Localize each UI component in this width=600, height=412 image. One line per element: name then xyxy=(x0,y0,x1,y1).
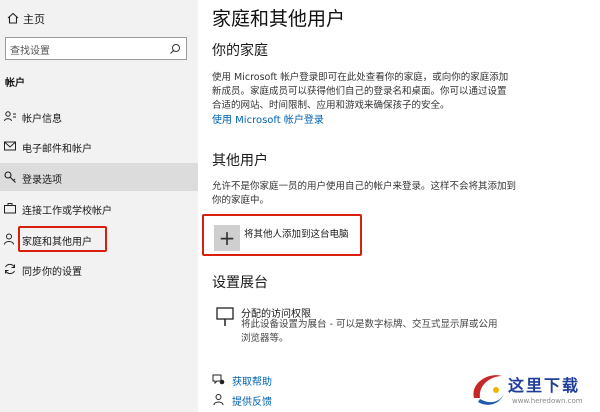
home-label: 主页 xyxy=(23,13,45,26)
get-help-link[interactable]: 获取帮助 xyxy=(212,371,332,389)
highlight-box xyxy=(18,226,107,252)
sidebar-item-sign-in-options[interactable]: 登录选项 xyxy=(0,163,198,191)
family-heading: 你的家庭 xyxy=(212,43,268,59)
section-label: 帐户 xyxy=(5,78,25,89)
sidebar-item-label: 同步你的设置 xyxy=(22,267,82,278)
page-title: 家庭和其他用户 xyxy=(212,8,346,30)
main-content: 家庭和其他用户 你的家庭 使用 Microsoft 帐户登录即可在此处查看你的家… xyxy=(198,0,600,412)
feedback-icon xyxy=(213,394,224,406)
plus-icon: + xyxy=(214,225,240,251)
watermark-logo-icon xyxy=(473,375,504,405)
add-other-user-button[interactable]: + 将其他人添加到这台电脑 xyxy=(202,214,362,256)
sidebar-item-label: 帐户信息 xyxy=(22,114,62,125)
briefcase-icon xyxy=(4,203,16,214)
sidebar-item-email[interactable]: 电子邮件和帐户 xyxy=(0,132,198,160)
site-watermark: 这里下载 www.heredown.com xyxy=(468,368,598,410)
search-placeholder: 查找设置 xyxy=(10,46,50,57)
home-link[interactable]: 主页 xyxy=(0,8,198,30)
sidebar-item-sync-settings[interactable]: 同步你的设置 xyxy=(0,255,198,283)
home-icon xyxy=(7,12,19,24)
sidebar-item-label: 登录选项 xyxy=(22,175,62,186)
search-input[interactable]: 查找设置 xyxy=(5,37,187,60)
sidebar-item-label: 电子邮件和帐户 xyxy=(22,144,92,155)
sidebar-item-work-school[interactable]: 连接工作或学校帐户 xyxy=(0,194,198,222)
search-icon[interactable] xyxy=(169,43,181,55)
add-other-user-label: 将其他人添加到这台电脑 xyxy=(244,229,349,240)
family-description: 使用 Microsoft 帐户登录即可在此处查看你的家庭，或向你的家庭添加新成员… xyxy=(212,72,509,111)
watermark-brand: 这里下载 xyxy=(508,376,581,395)
sync-icon xyxy=(5,263,15,275)
person-add-icon xyxy=(4,233,14,245)
other-users-heading: 其他用户 xyxy=(212,153,268,169)
kiosk-heading: 设置展台 xyxy=(212,275,268,291)
give-feedback-link[interactable]: 提供反馈 xyxy=(212,391,332,409)
kiosk-description: 将此设备设置为展台 - 可以是数字标牌、交互式显示屏或公用浏览器等。 xyxy=(241,319,498,344)
sidebar: 主页 查找设置 帐户 帐户信息 电子邮件和帐户 登录选项 连接工作或学校帐户 家… xyxy=(0,0,198,412)
kiosk-icon xyxy=(216,307,234,326)
microsoft-signin-link[interactable]: 使用 Microsoft 帐户登录 xyxy=(212,111,324,126)
sidebar-item-account-info[interactable]: 帐户信息 xyxy=(0,102,198,130)
key-icon xyxy=(4,171,16,183)
mail-icon xyxy=(4,141,16,151)
sidebar-item-label: 连接工作或学校帐户 xyxy=(22,206,112,217)
get-help-label: 获取帮助 xyxy=(232,377,272,388)
watermark-url: www.heredown.com xyxy=(512,397,583,405)
person-card-icon xyxy=(4,111,16,122)
help-chat-icon xyxy=(212,374,225,385)
give-feedback-label: 提供反馈 xyxy=(232,397,272,408)
other-users-description: 允许不是你家庭一员的用户使用自己的帐户来登录。这样不会将其添加到你的家庭中。 xyxy=(212,181,517,206)
